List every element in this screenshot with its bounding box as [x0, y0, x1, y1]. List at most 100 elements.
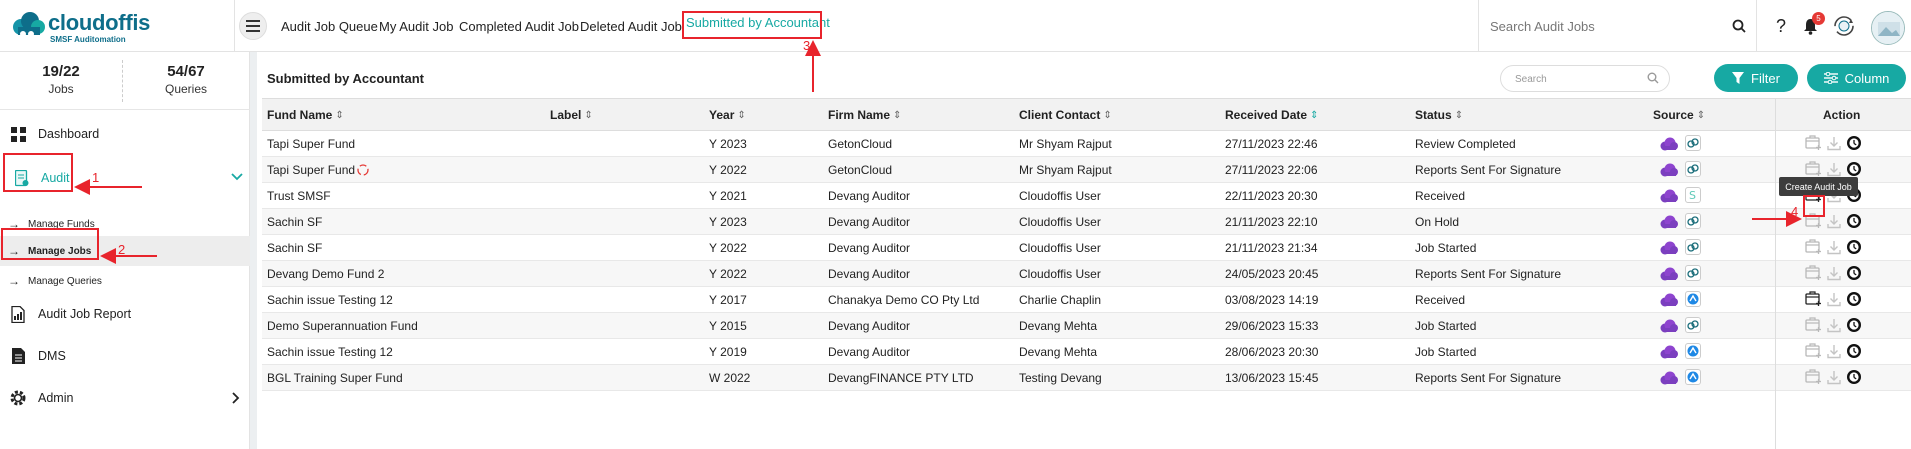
cell-fund-name: Sachin issue Testing 12	[267, 345, 393, 359]
cell-received-date: 28/06/2023 20:30	[1225, 345, 1319, 359]
header-client-contact[interactable]: Client Contact ⇕	[1019, 99, 1112, 131]
cloud-source-icon	[1660, 241, 1678, 255]
sort-icon: ⇕	[584, 109, 593, 121]
sidebar-subitem-label: Manage Queries	[28, 275, 102, 287]
table-row[interactable]: Tapi Super Fund Y 2023 GetonCloud Mr Shyam …	[262, 131, 1911, 157]
header-source[interactable]: Source ⇕	[1653, 99, 1705, 131]
cell-year: Y 2017	[709, 293, 747, 307]
table-row[interactable]: Sachin SF Y 2023 Devang Auditor Cloudoffis …	[262, 209, 1911, 235]
cell-fund-name: Sachin SF	[267, 241, 323, 255]
header-label-col[interactable]: Label ⇕	[550, 99, 593, 131]
cell-client-contact: Mr Shyam Rajput	[1019, 137, 1112, 151]
sidebar-item-label: Audit Job Report	[38, 307, 132, 321]
cell-fund-name: Tapi Super Fund	[267, 137, 356, 151]
cell-status: Reports Sent For Signature	[1415, 371, 1562, 385]
stats-panel: 19/22 Jobs 54/67 Queries	[0, 52, 250, 110]
jobs-stat[interactable]: 19/22 Jobs	[6, 63, 116, 96]
hamburger-icon	[246, 20, 260, 32]
header-firm-name[interactable]: Firm Name ⇕	[828, 99, 901, 131]
table-row[interactable]: Sachin issue Testing 12 Y 2017 Chanakya De…	[262, 287, 1911, 313]
gear-icon	[9, 389, 27, 407]
column-button[interactable]: Column	[1807, 64, 1906, 92]
sidebar-item-dashboard[interactable]: Dashboard	[0, 120, 250, 148]
cell-client-contact: Cloudoffis User	[1019, 241, 1101, 255]
sidebar-item-dms[interactable]: DMS	[0, 341, 250, 371]
sync-icon[interactable]	[1831, 13, 1857, 39]
sort-icon: ⇕	[893, 109, 902, 121]
notification-badge: 5	[1812, 12, 1825, 25]
logo[interactable]: cloudoffis SMSF Auditomation	[10, 8, 160, 48]
cell-status: Review Completed	[1415, 137, 1516, 151]
header-received-date[interactable]: Received Date ⇕	[1225, 99, 1318, 131]
queries-count: 54/67	[167, 63, 205, 80]
search-icon[interactable]	[1732, 19, 1746, 33]
filter-button[interactable]: Filter	[1714, 64, 1798, 92]
header-fund-name[interactable]: Fund Name ⇕	[267, 99, 344, 131]
table-row[interactable]: Tapi Super Fund Y 2022 GetonCloud Mr Shyam …	[262, 157, 1911, 183]
help-icon[interactable]: ?	[1772, 16, 1790, 36]
source-icons	[1659, 343, 1701, 361]
layout-gutter	[250, 52, 257, 449]
sidebar-subitem-manage-queries[interactable]: → Manage Queries	[0, 266, 250, 296]
divider	[1756, 0, 1757, 52]
search-input[interactable]	[1490, 14, 1720, 38]
sidebar-item-label: DMS	[38, 349, 66, 363]
table-row[interactable]: Sachin issue Testing 12 Y 2019 Devang Audi…	[262, 339, 1911, 365]
sidebar-item-admin[interactable]: Admin	[0, 383, 250, 413]
sort-icon: ⇕	[335, 109, 344, 121]
queries-stat[interactable]: 54/67 Queries	[131, 63, 241, 96]
filter-label: Filter	[1751, 70, 1780, 86]
bgl-logo-icon	[1685, 369, 1701, 385]
header-label: Source	[1653, 108, 1694, 122]
tab-completed-audit-job[interactable]: Completed Audit Job	[459, 0, 579, 52]
source-icons: S	[1659, 187, 1701, 205]
table-row[interactable]: Demo Superannuation Fund Y 2015 Devang Aud…	[262, 313, 1911, 339]
top-bar: cloudoffis SMSF Auditomation Audit Job Q…	[0, 0, 1911, 52]
tab-deleted-audit-job[interactable]: Deleted Audit Job	[580, 0, 682, 52]
chevron-down-icon[interactable]	[231, 173, 243, 181]
sidebar-item-audit-job-report[interactable]: Audit Job Report	[0, 299, 250, 329]
source-icons	[1659, 239, 1701, 257]
table-row[interactable]: Devang Demo Fund 2 Y 2022 Devang Auditor Cl…	[262, 261, 1911, 287]
header-label: Year	[709, 108, 735, 122]
cell-firm-name: GetonCloud	[828, 137, 893, 151]
bgl-logo-icon	[1685, 291, 1701, 307]
annotation-number: 4	[1791, 204, 1799, 219]
menu-toggle-button[interactable]	[239, 12, 267, 40]
table-row[interactable]: Trust SMSF Y 2021 Devang Auditor Cloudoffis…	[262, 183, 1911, 209]
sidebar-item-label: Admin	[38, 391, 74, 405]
sync-logo-icon	[1685, 239, 1701, 255]
search-icon[interactable]	[1647, 72, 1659, 84]
table-row[interactable]: Sachin SF Y 2022 Devang Auditor Cloudoffis …	[262, 235, 1911, 261]
cell-firm-name: Devang Auditor	[828, 319, 911, 333]
grid-search-input[interactable]	[1515, 71, 1643, 87]
filter-icon	[1732, 72, 1745, 84]
user-avatar[interactable]	[1871, 11, 1905, 45]
cell-received-date: 29/06/2023 15:33	[1225, 319, 1319, 333]
cell-client-contact: Cloudoffis User	[1019, 189, 1101, 203]
cell-status: Reports Sent For Signature	[1415, 163, 1562, 177]
refresh-icon[interactable]	[356, 163, 370, 180]
header-label: Label	[550, 108, 582, 122]
cell-firm-name: DevangFINANCE PTY LTD	[828, 371, 974, 385]
chevron-right-icon[interactable]	[232, 392, 240, 404]
header-label: Firm Name	[828, 108, 891, 122]
cell-received-date: 24/05/2023 20:45	[1225, 267, 1319, 281]
cell-year: Y 2019	[709, 345, 747, 359]
tab-audit-job-queue[interactable]: Audit Job Queue	[281, 0, 378, 52]
cell-received-date: 21/11/2023 22:10	[1225, 215, 1318, 229]
main-panel: Submitted by Accountant Filter Column Fu…	[257, 52, 1911, 449]
annotation-box-create-audit-job	[1803, 195, 1825, 217]
tab-my-audit-job[interactable]: My Audit Job	[379, 0, 453, 52]
cell-year: Y 2022	[709, 267, 747, 281]
table-row[interactable]: BGL Training Super Fund W 2022 DevangFINAN…	[262, 365, 1911, 391]
cell-fund-name: Devang Demo Fund 2	[267, 267, 385, 281]
cell-year: Y 2023	[709, 137, 747, 151]
sort-icon: ⇕	[1310, 109, 1319, 121]
header-status[interactable]: Status ⇕	[1415, 99, 1463, 131]
annotation-number: 1	[92, 170, 100, 185]
cell-received-date: 21/11/2023 21:34	[1225, 241, 1318, 255]
header-year[interactable]: Year ⇕	[709, 99, 746, 131]
header-label: Received Date	[1225, 108, 1308, 122]
arrow-right-icon: →	[8, 274, 20, 288]
